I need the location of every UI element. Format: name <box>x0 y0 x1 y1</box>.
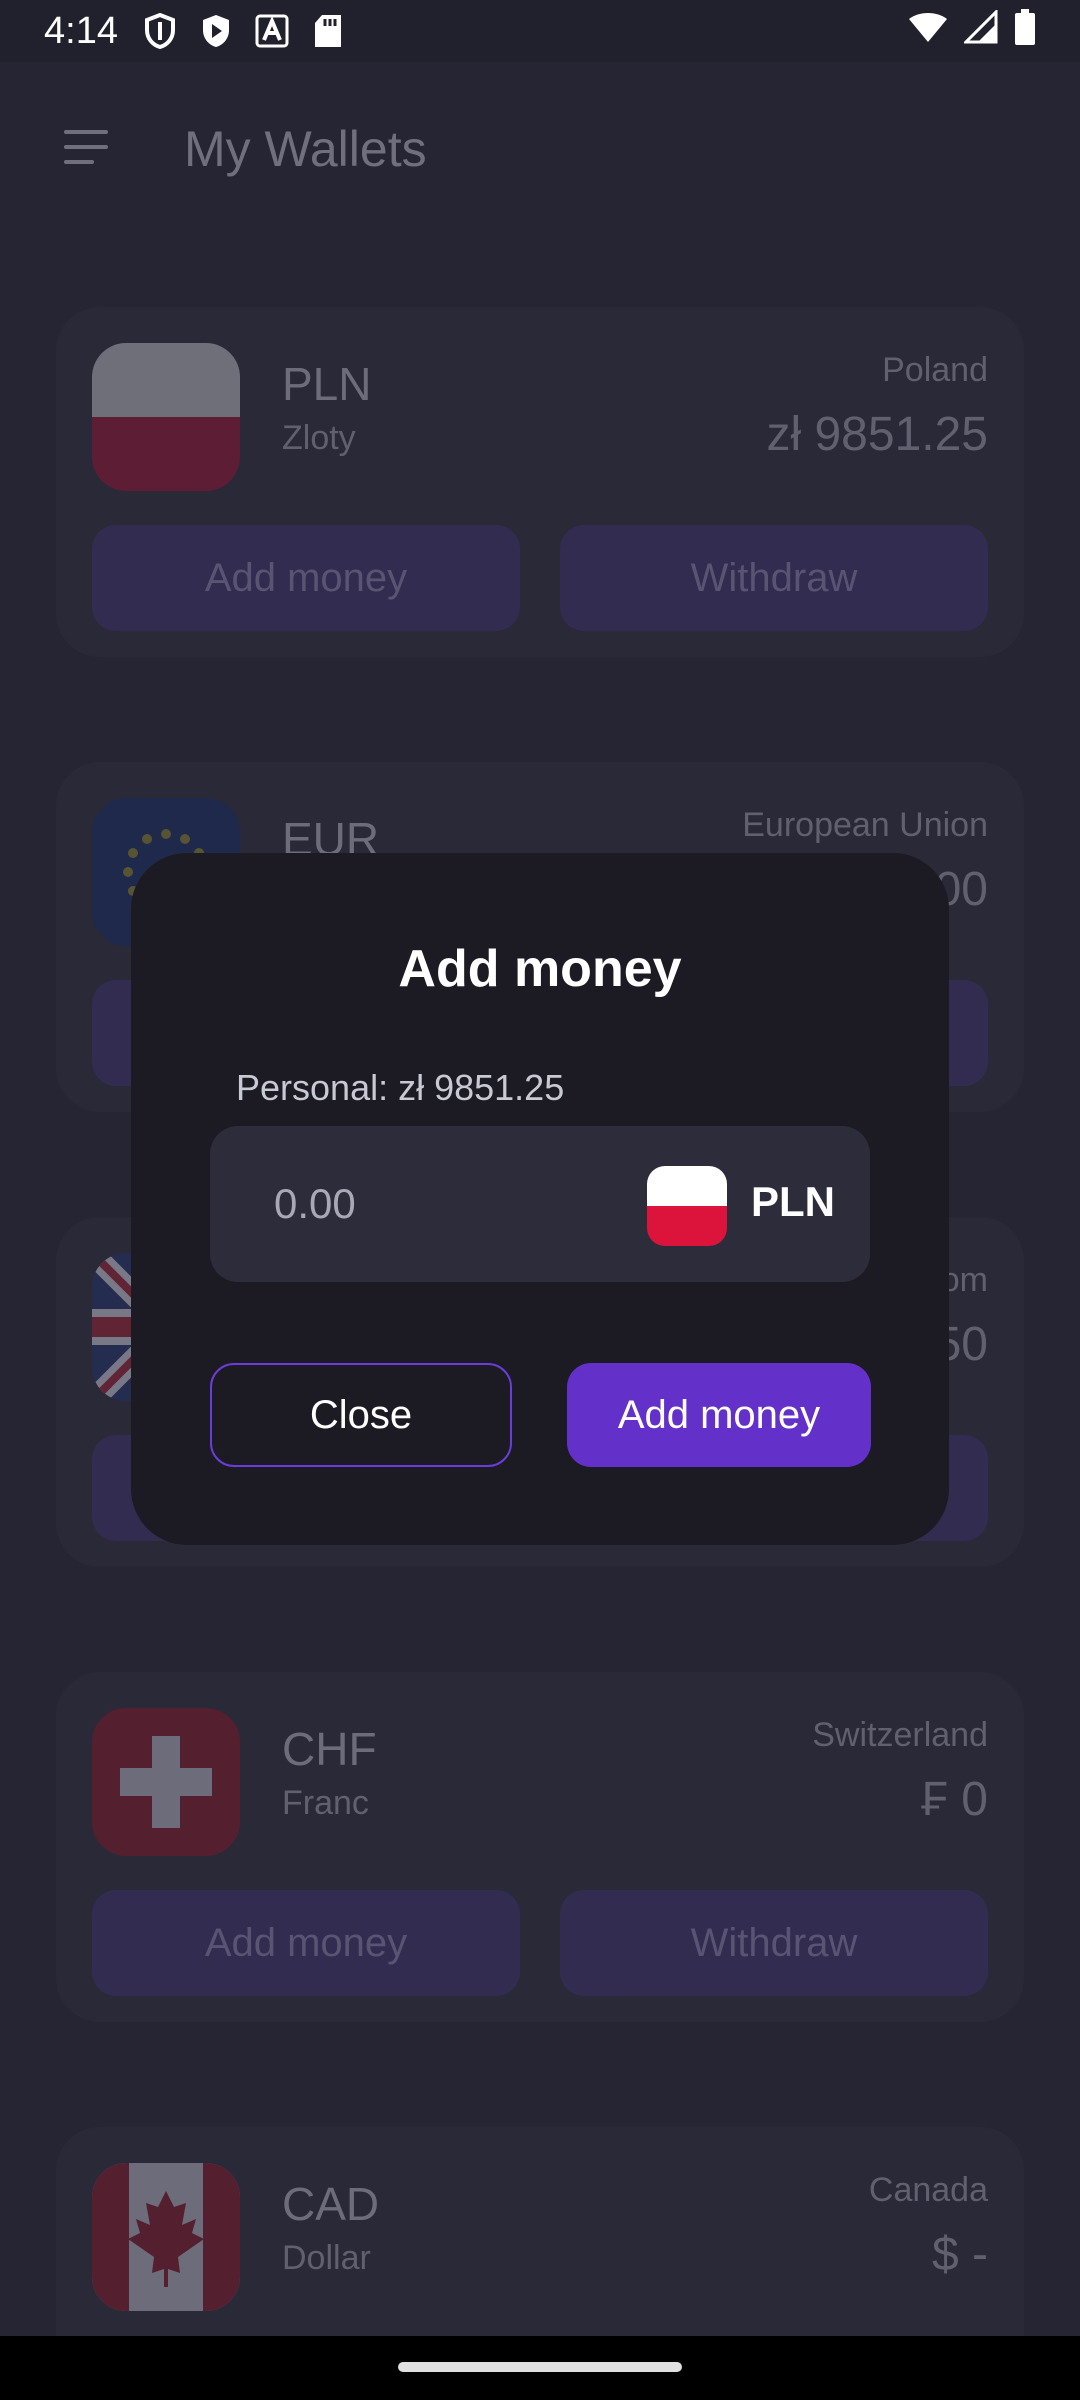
signal-icon <box>962 7 998 53</box>
play-protect-icon <box>196 11 236 51</box>
shield-icon <box>140 11 180 51</box>
currency-code: PLN <box>751 1178 835 1225</box>
navigation-bar <box>0 2336 1080 2400</box>
amount-field: PLN <box>210 1126 870 1282</box>
status-right-icons <box>908 7 1036 54</box>
status-time: 4:14 <box>44 9 118 52</box>
home-gesture-handle[interactable] <box>398 2362 682 2372</box>
add-money-button[interactable]: Add money <box>567 1363 871 1467</box>
balance-label: Personal: zł 9851.25 <box>236 1067 565 1108</box>
status-bar: 4:14 <box>0 0 1080 62</box>
sd-card-icon <box>308 11 348 51</box>
add-money-dialog: Add money Personal: zł 9851.25 PLN Close… <box>131 853 949 1545</box>
battery-icon <box>1014 8 1036 54</box>
wifi-icon <box>908 10 948 53</box>
close-button[interactable]: Close <box>210 1363 512 1467</box>
dialog-title: Add money <box>398 940 682 998</box>
amount-input[interactable] <box>274 1166 574 1242</box>
a-icon <box>252 11 292 51</box>
poland-flag-icon <box>647 1166 727 1246</box>
